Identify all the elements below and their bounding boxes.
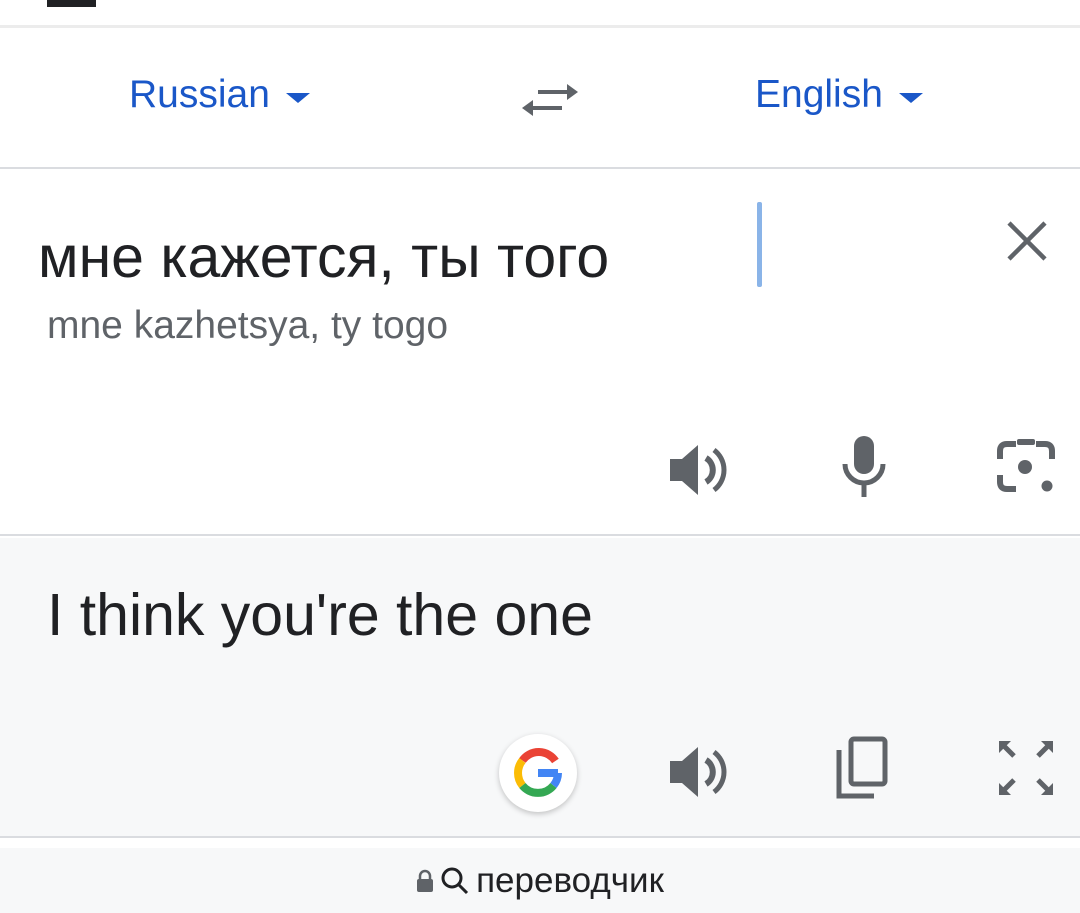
microphone-button[interactable] [840, 433, 888, 506]
copy-icon [836, 736, 888, 799]
transliteration: mne kazhetsya, ty togo [47, 304, 449, 347]
clear-button[interactable] [1002, 216, 1052, 266]
top-notch [47, 0, 96, 7]
target-language-label: English [755, 73, 883, 116]
google-button[interactable] [499, 734, 577, 812]
listen-translation-button[interactable] [668, 743, 730, 806]
close-icon [1007, 221, 1047, 261]
copy-button[interactable] [834, 736, 890, 807]
address-bar: переводчик [0, 848, 1080, 913]
google-logo-icon [514, 748, 562, 797]
swap-languages-button[interactable] [520, 77, 580, 123]
source-text-input[interactable]: мне кажется, ты того [38, 223, 609, 291]
fullscreen-button[interactable] [996, 738, 1056, 803]
address-query: переводчик [476, 860, 664, 900]
listen-source-button[interactable] [668, 441, 730, 504]
camera-button[interactable] [996, 435, 1058, 502]
url-field[interactable]: переводчик [416, 861, 664, 901]
source-language-selector[interactable]: Russian [129, 73, 310, 117]
translation-output-area: I think you're the one [0, 538, 1080, 838]
microphone-icon [842, 436, 886, 497]
translation-text: I think you're the one [47, 582, 593, 648]
chevron-down-icon [285, 93, 310, 103]
top-strip [0, 0, 1080, 28]
chevron-down-icon [898, 93, 923, 103]
camera-icon [997, 439, 1055, 492]
target-language-selector[interactable]: English [755, 73, 923, 117]
source-language-label: Russian [129, 73, 270, 116]
speaker-icon [670, 747, 727, 797]
fullscreen-icon [999, 741, 1053, 795]
language-bar: Russian English [0, 31, 1080, 169]
source-input-area[interactable]: мне кажется, ты того mne kazhetsya, ty t… [0, 171, 1080, 536]
text-cursor [757, 202, 762, 287]
speaker-icon [670, 445, 727, 495]
search-icon [441, 867, 469, 894]
lock-icon [417, 869, 434, 892]
swap-icon [522, 84, 578, 116]
